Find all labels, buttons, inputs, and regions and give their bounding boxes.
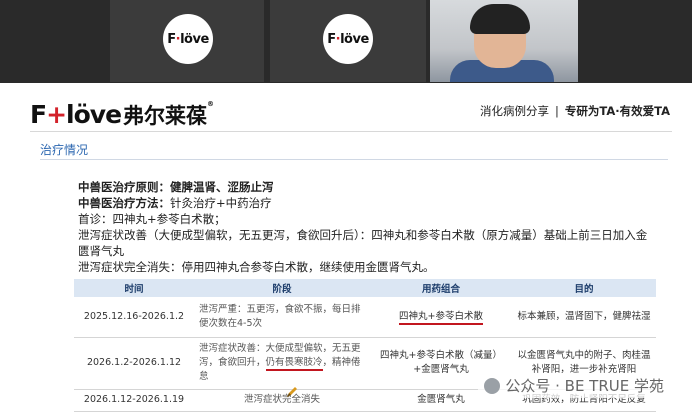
cell-stage: 泄泻症状改善：大便成型偏软，无五更泻，食欲回升，仍有畏寒肢冷，精神倦怠 — [194, 337, 370, 390]
participant-tile-2[interactable]: F·löve — [270, 0, 426, 82]
table-header-goal: 目的 — [512, 279, 656, 297]
logo-text: F·löve — [327, 31, 369, 47]
section-divider — [40, 159, 668, 160]
shared-slide: F+löve弗尔莱葆® 消化病例分享 | 专研为TA·有效爱TA 治疗情况 中兽医治… — [0, 83, 692, 418]
annotated-symptom: 仍有畏寒肢冷 — [265, 357, 323, 371]
cell-time: 2025.12.16-2026.1.2 — [74, 297, 194, 338]
logo-text: F·löve — [167, 31, 209, 47]
watermark: 公众号 · BE TRUE 学苑 — [478, 373, 670, 398]
person-hair — [470, 4, 530, 34]
slide-header: 消化病例分享 | 专研为TA·有效爱TA — [480, 104, 670, 118]
principle-line: 中兽医治疗原则：健脾温肾、涩肠止泻 — [78, 180, 274, 194]
participant-logo: F·löve — [163, 14, 213, 64]
annotated-med: 四神丸+参苓白术散 — [399, 310, 483, 325]
header-divider — [30, 131, 672, 132]
cell-stage: 泄泻症状完全消失 — [194, 389, 370, 412]
participant-tile-1[interactable]: F·löve — [110, 0, 264, 82]
section-title: 治疗情况 — [40, 143, 89, 157]
participant-logo: F·löve — [323, 14, 373, 64]
brand-logo: F+löve弗尔莱葆® — [30, 100, 214, 129]
table-header-stage: 阶段 — [194, 279, 370, 297]
method-line: 中兽医治疗方法：针灸治疗+中药治疗 — [78, 196, 272, 210]
participant-tile-camera[interactable] — [430, 0, 578, 82]
resolved-line: 泄泻症状完全消失：停用四神丸合参苓白术散，继续使用金匮肾气丸。 — [78, 260, 435, 274]
improve-line: 泄泻症状改善（大便成型偏软，无五更泻，食欲回升后）：四神丸和参苓白术散（原方减量… — [78, 228, 648, 258]
header-slogan: 专研为TA·有效爱TA — [564, 104, 670, 118]
pen-icon — [287, 387, 297, 397]
cell-time: 2026.1.12-2026.1.19 — [74, 389, 194, 412]
first-visit-line: 首诊：四神丸+参苓白术散； — [78, 212, 226, 226]
table-header-time: 时间 — [74, 279, 194, 297]
treatment-text: 中兽医治疗原则：健脾温肾、涩肠止泻 中兽医治疗方法：针灸治疗+中药治疗 首诊：四… — [78, 179, 658, 275]
cell-goal: 标本兼顾，温肾固下，健脾祛湿 — [512, 297, 656, 338]
cell-med: 四神丸+参苓白术散 — [370, 297, 512, 338]
wechat-icon — [484, 377, 501, 394]
table-header-med: 用药组合 — [370, 279, 512, 297]
table-row: 2025.12.16-2026.1.2 泄泻严重：五更泻，食欲不振，每日排便次数… — [74, 297, 656, 338]
header-topic: 消化病例分享 — [480, 104, 550, 118]
cell-time: 2026.1.2-2026.1.12 — [74, 337, 194, 390]
cell-stage: 泄泻严重：五更泻，食欲不振，每日排便次数在4-5次 — [194, 297, 370, 338]
